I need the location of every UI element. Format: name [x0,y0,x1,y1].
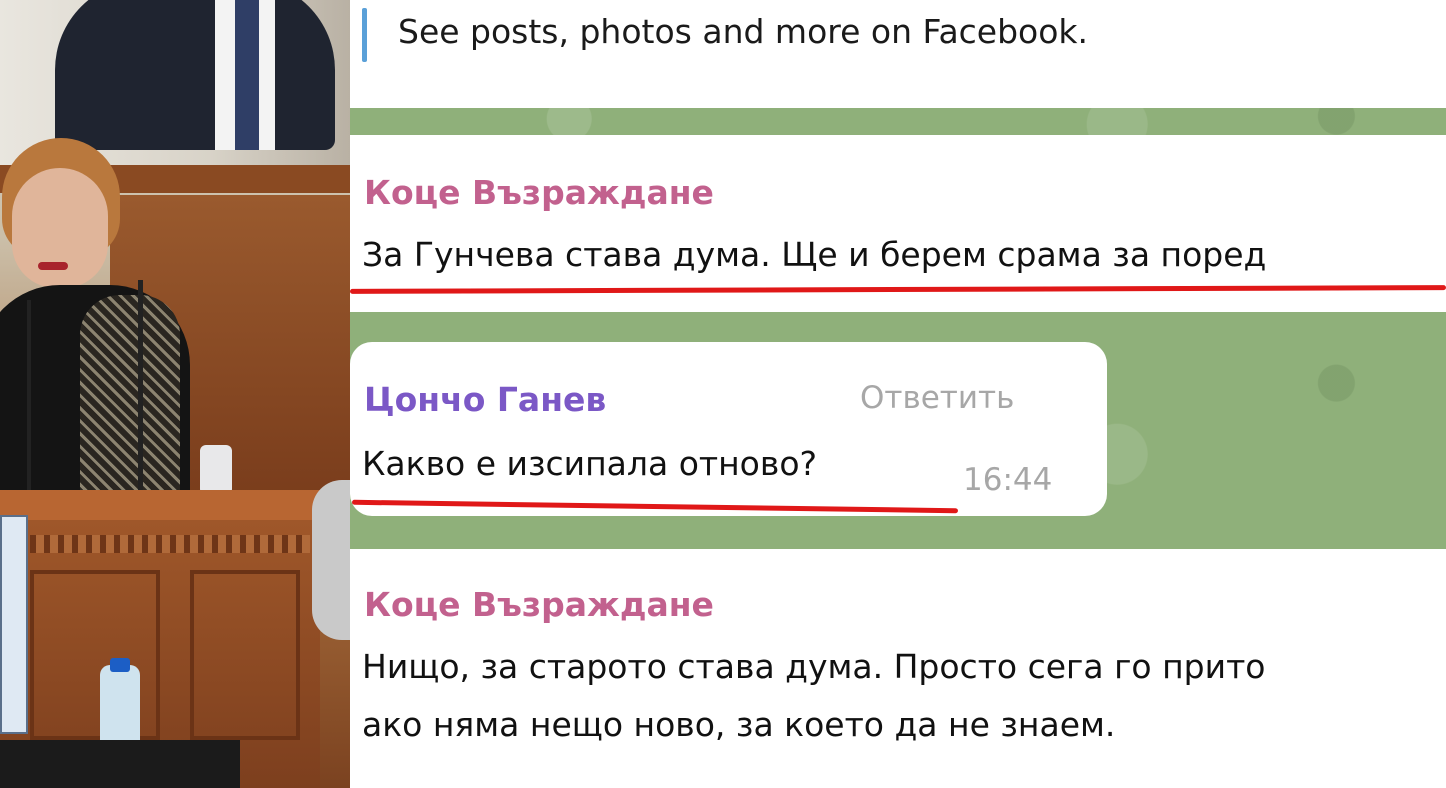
chat-screenshot: See posts, photos and more on Facebook. … [350,0,1446,788]
microphone [138,280,143,490]
message-sender[interactable]: Цончо Ганев [364,380,606,419]
message-sender[interactable]: Коце Възраждане [364,173,714,212]
sanitizer-bottle [200,445,232,495]
message-timestamp: 16:44 [963,462,1053,498]
reply-button[interactable]: Ответить [860,380,1014,416]
chat-wallpaper [350,108,1446,135]
monitor [0,515,28,734]
message-sender[interactable]: Коце Възраждане [364,585,714,624]
link-preview-card[interactable]: See posts, photos and more on Facebook. [350,0,1446,108]
photo-speaker-face [12,168,108,288]
speaker-photo [0,0,350,788]
photo-background-man [55,0,335,150]
message-bubble[interactable]: Коце Възраждане За Гунчева става дума. Щ… [350,135,1446,312]
red-underline [350,285,1446,294]
message-bubble[interactable]: Коце Възраждане Нищо, за старото става д… [350,549,1446,788]
message-text: За Гунчева става дума. Ще и берем срама … [362,235,1267,274]
message-text-line: Нищо, за старото става дума. Просто сега… [362,647,1266,686]
microphone [27,300,31,490]
message-bubble[interactable]: Цончо Ганев Ответить Какво е изсипала от… [350,342,1107,516]
message-text-line: ако няма нещо ново, за което да не знаем… [362,705,1116,744]
link-preview-text: See posts, photos and more on Facebook. [398,12,1089,51]
red-underline [351,499,959,514]
quote-bar [362,8,367,62]
message-text: Какво е изсипала отново? [362,444,818,483]
